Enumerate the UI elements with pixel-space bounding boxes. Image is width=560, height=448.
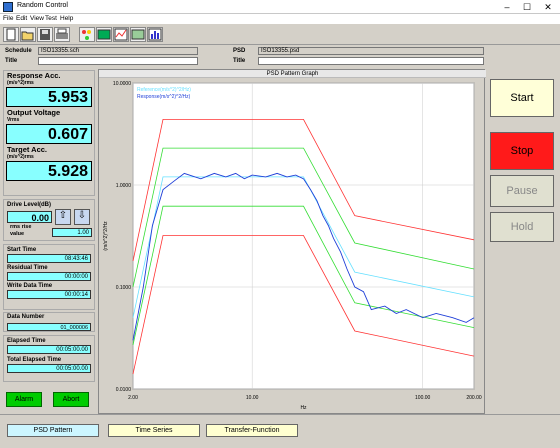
new-file-icon[interactable] [3, 27, 19, 42]
y-tick-label: 10.0000 [113, 81, 131, 87]
start-button[interactable]: Start [490, 79, 554, 117]
acceleration-section: Response Acc. (m/s^2)rms 5.953 Output Vo… [3, 70, 95, 196]
traffic-light-icon[interactable] [79, 27, 95, 42]
readout-panel: Response Acc. (m/s^2)rms 5.953 Output Vo… [1, 69, 96, 414]
data-number-section: Data Number 01_000006 [3, 312, 95, 332]
title-bar: Random Control – ☐ ✕ [0, 0, 560, 14]
title2-field[interactable] [258, 57, 484, 65]
response-acc-unit: (m/s^2)rms [7, 80, 34, 86]
drive-level-section: Drive Level(dB) 0.00 ⇧ ⇩ rms rise value … [3, 199, 95, 241]
tab-time-series[interactable]: Time Series [108, 424, 200, 437]
maximize-button[interactable]: ☐ [520, 1, 534, 13]
target-acc-label: Target Acc. [7, 145, 48, 154]
residual-time-value: 00:00:00 [7, 272, 91, 281]
elapsed-section: Elapsed Time 00:05:00.00 Total Elapsed T… [3, 335, 95, 382]
psd-chart: 2.00 10.00 100.00 200.00 10.0000 1.0000 0.1000… [103, 81, 482, 411]
y-tick-label: 0.0100 [116, 387, 132, 393]
save-icon[interactable] [37, 27, 53, 42]
drive-level-value: 0.00 [7, 211, 52, 223]
chart-title: PSD Pattern Graph [99, 70, 486, 78]
title-field[interactable] [38, 57, 198, 65]
y-tick-label: 0.1000 [116, 285, 132, 291]
y-axis-label: (m/s^2)^2/Hz [103, 221, 109, 251]
close-button[interactable]: ✕ [541, 1, 555, 13]
tab-psd-pattern[interactable]: PSD Pattern [7, 424, 99, 437]
monitor-icon[interactable] [96, 27, 112, 42]
toolbar [0, 25, 560, 45]
elapsed-time-label: Elapsed Time [7, 338, 46, 344]
psd-field: ISO13355.psd [258, 47, 484, 55]
title2-label: Title [233, 58, 246, 64]
write-time-label: Write Data Time [7, 283, 53, 289]
menu-bar: File Edit View Test Help [0, 14, 560, 24]
legend-reference: Reference(m/s^2)^2/Hz) [137, 87, 191, 93]
info-panel: Schedule ISO13355.sch Title PSD ISO13355… [0, 45, 560, 69]
psd-chart-window: PSD Pattern Graph 2.00 10.00 100.00 200.00 1… [98, 69, 486, 414]
menu-help[interactable]: Help [60, 15, 73, 22]
output-voltage-label: Output Voltage [7, 108, 61, 117]
output-voltage-value: 0.607 [6, 124, 92, 144]
total-elapsed-label: Total Elapsed Time [7, 357, 62, 363]
control-panel: Start Stop Pause Hold [487, 69, 560, 414]
time-section: Start Time 08:43:46 Residual Time 00:00:… [3, 244, 95, 310]
schedule-label: Schedule [5, 48, 32, 54]
pause-button[interactable]: Pause [490, 175, 554, 207]
residual-time-label: Residual Time [7, 265, 48, 271]
y-tick-label: 1.0000 [116, 183, 132, 189]
x-tick-label: 10.00 [246, 395, 259, 401]
print-icon[interactable] [54, 27, 70, 42]
data-number-value: 01_000006 [7, 323, 91, 331]
legend-response: Response(m/s^2)^2/Hz) [137, 94, 191, 100]
window-title: Random Control [17, 2, 68, 9]
drive-level-label: Drive Level(dB) [7, 202, 52, 208]
display-icon[interactable] [130, 27, 146, 42]
psd-label: PSD [233, 48, 246, 54]
menu-edit[interactable]: Edit [16, 15, 27, 22]
response-acc-value: 5.953 [6, 87, 92, 107]
app-icon [3, 2, 13, 12]
data-number-label: Data Number [7, 314, 45, 320]
rms-rise-label: rms rise [10, 224, 32, 230]
target-acc-unit: (m/s^2)rms [7, 154, 34, 160]
bar-chart-icon[interactable] [147, 27, 163, 42]
x-tick-label: 2.00 [128, 395, 138, 401]
abort-button[interactable]: Abort [53, 392, 89, 407]
open-file-icon[interactable] [20, 27, 36, 42]
target-acc-value: 5.928 [6, 161, 92, 181]
alarm-button[interactable]: Alarm [6, 392, 42, 407]
x-tick-label: 200.00 [466, 395, 482, 401]
rms-rise-value[interactable]: 1.00 [52, 228, 92, 237]
menu-test[interactable]: Test [45, 15, 57, 22]
rms-rise-label2: value [10, 231, 25, 237]
write-time-value: 00:00:14 [7, 290, 91, 299]
start-time-value: 08:43:46 [7, 254, 91, 263]
x-tick-label: 100.00 [415, 395, 431, 401]
hold-button[interactable]: Hold [490, 212, 554, 242]
drive-up-icon[interactable]: ⇧ [55, 209, 71, 225]
menu-file[interactable]: File [3, 15, 13, 22]
response-acc-label: Response Acc. [7, 71, 61, 80]
total-elapsed-value: 00:05:00.00 [7, 364, 91, 373]
tab-transfer-function[interactable]: Transfer-Function [206, 424, 298, 437]
output-voltage-unit: Vrms [7, 117, 20, 123]
menu-view[interactable]: View [30, 15, 44, 22]
elapsed-time-value: 00:05:00.00 [7, 345, 91, 354]
view-tab-bar: PSD Pattern Time Series Transfer-Functio… [0, 414, 560, 448]
chart-icon[interactable] [113, 27, 129, 42]
title-label: Title [5, 58, 18, 64]
drive-down-icon[interactable]: ⇩ [74, 209, 90, 225]
stop-button[interactable]: Stop [490, 132, 554, 170]
minimize-button[interactable]: – [500, 1, 514, 13]
start-time-label: Start Time [7, 247, 37, 253]
schedule-field: ISO13355.sch [38, 47, 198, 55]
x-axis-label: Hz [300, 405, 307, 411]
